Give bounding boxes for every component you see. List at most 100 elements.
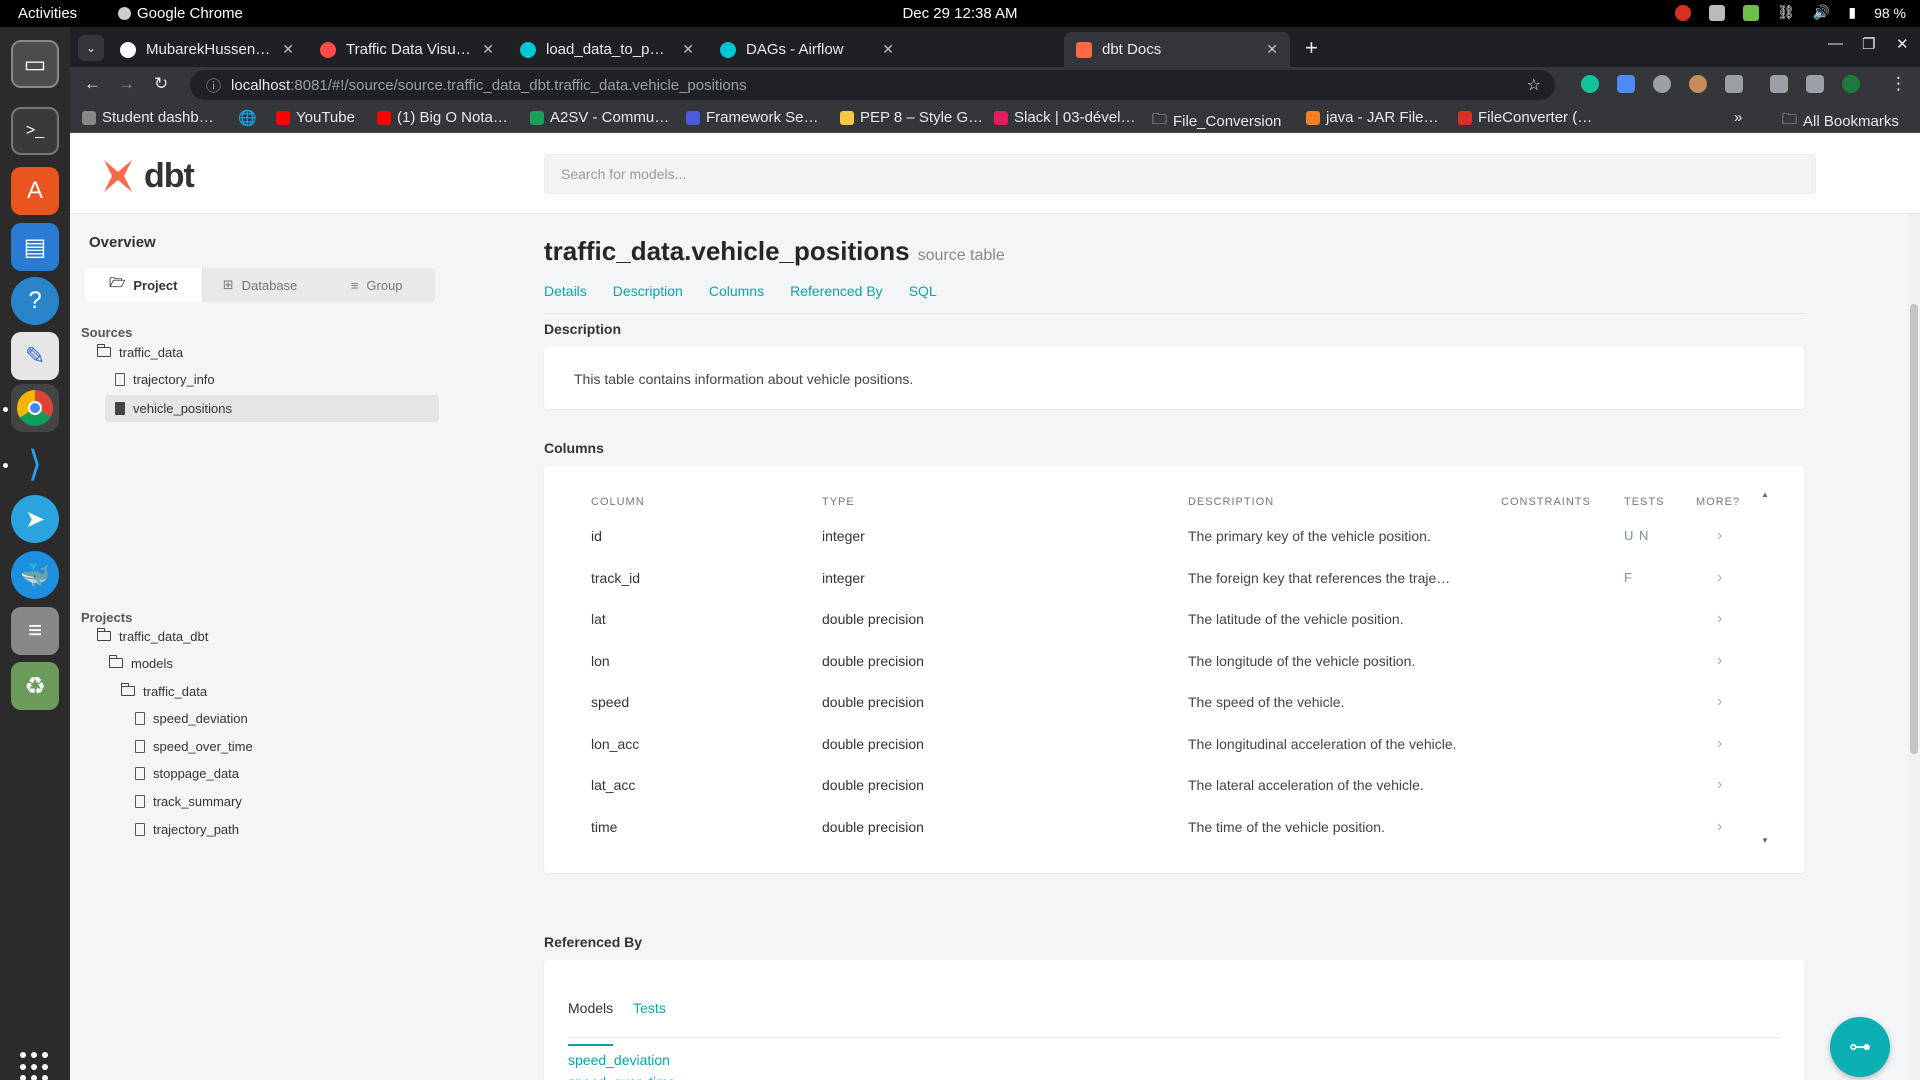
bookmark-framework[interactable]: Framework Se… xyxy=(686,109,819,126)
close-icon[interactable]: ✕ xyxy=(482,41,494,58)
project-folder[interactable]: traffic_data_dbt xyxy=(96,625,208,647)
close-icon[interactable]: ✕ xyxy=(1266,41,1278,58)
close-icon[interactable]: ✕ xyxy=(682,41,694,58)
forward-button[interactable]: → xyxy=(118,74,135,94)
battery-icon[interactable]: ▮ xyxy=(1848,4,1856,21)
search-input[interactable]: Search for models... xyxy=(544,154,1816,194)
model-speed-over-time[interactable]: speed_over_time xyxy=(135,735,253,757)
show-apps-icon[interactable] xyxy=(20,1052,50,1080)
model-speed-deviation[interactable]: speed_deviation xyxy=(135,707,248,729)
chevron-right-icon[interactable]: › xyxy=(1717,569,1722,587)
extensions-puzzle-icon[interactable] xyxy=(1725,75,1743,93)
network-icon[interactable]: ⛓ xyxy=(1777,4,1795,21)
app-menu[interactable]: Google Chrome xyxy=(118,5,243,22)
bookmark-a2sv[interactable]: A2SV - Commu… xyxy=(530,109,669,126)
tab-search-button[interactable]: ⌄ xyxy=(78,35,104,61)
grammarly-icon[interactable] xyxy=(1581,75,1599,93)
bookmarks-overflow-icon[interactable]: » xyxy=(1734,109,1742,126)
source-table-vehicle-positions[interactable]: vehicle_positions xyxy=(105,395,439,422)
tab-github[interactable]: MubarekHussen/traffic- ✕ xyxy=(108,32,306,67)
bookmark-java-jar[interactable]: java - JAR File… xyxy=(1306,109,1439,126)
bookmark-youtube[interactable]: YouTube xyxy=(276,109,355,126)
terminal-icon[interactable]: >_ xyxy=(11,107,59,155)
address-bar[interactable]: ⓘ localhost:8081/#!/source/source.traffi… xyxy=(190,70,1555,100)
model-stoppage-data[interactable]: stoppage_data xyxy=(135,762,239,784)
clock[interactable]: Dec 29 12:38 AM xyxy=(902,5,1017,22)
chevron-right-icon[interactable]: › xyxy=(1717,818,1722,836)
overview-link[interactable]: Overview xyxy=(89,234,156,251)
disks-icon[interactable]: ≡ xyxy=(11,607,59,655)
trash-icon[interactable]: ♻ xyxy=(11,662,59,710)
column-tests[interactable]: F xyxy=(1624,570,1633,585)
system-tray[interactable]: ⛓ 🔊 ▮ 98 % xyxy=(1675,4,1906,21)
model-track-summary[interactable]: track_summary xyxy=(135,790,242,812)
models-subfolder[interactable]: traffic_data xyxy=(120,680,207,702)
nav-details[interactable]: Details xyxy=(544,283,587,299)
bookmark-pep8[interactable]: PEP 8 – Style G… xyxy=(840,109,983,126)
vscode-icon[interactable]: ⟩ xyxy=(11,440,59,488)
site-info-icon[interactable]: ⓘ xyxy=(206,75,221,96)
back-button[interactable]: ← xyxy=(84,74,101,94)
ref-model-speed-deviation[interactable]: speed_deviation xyxy=(568,1052,670,1068)
volume-icon[interactable]: 🔊 xyxy=(1813,4,1830,21)
ref-model-speed-over-time[interactable]: speed_over_time xyxy=(568,1074,675,1080)
tab-streamlit[interactable]: Traffic Data Visualizatio ✕ xyxy=(308,32,506,67)
nav-columns[interactable]: Columns xyxy=(709,283,764,299)
activities-button[interactable]: Activities xyxy=(18,5,77,22)
chevron-right-icon[interactable]: › xyxy=(1717,735,1722,753)
chrome-menu-icon[interactable]: ⋮ xyxy=(1890,74,1907,94)
minimize-button[interactable]: — xyxy=(1828,35,1843,52)
tab-group[interactable]: ≡ Group xyxy=(318,268,435,302)
files-icon[interactable]: ▭ xyxy=(11,40,59,88)
tab-models[interactable]: Models xyxy=(568,1000,614,1046)
source-folder[interactable]: traffic_data xyxy=(96,341,183,363)
dbt-logo[interactable]: dbt xyxy=(98,156,195,196)
chevron-right-icon[interactable]: › xyxy=(1717,693,1722,711)
tab-dbt-docs[interactable]: dbt Docs ✕ xyxy=(1064,32,1290,67)
bookmark-star-icon[interactable]: ☆ xyxy=(1527,75,1541,95)
nav-referenced-by[interactable]: Referenced By xyxy=(790,283,883,299)
reload-button[interactable]: ↻ xyxy=(154,74,168,94)
extension-icon[interactable] xyxy=(1689,75,1707,93)
page-scrollbar[interactable] xyxy=(1908,214,1920,1080)
tab-project[interactable]: 🗁 Project xyxy=(85,268,202,302)
nav-sql[interactable]: SQL xyxy=(909,283,937,299)
help-icon[interactable]: ? xyxy=(11,277,59,325)
model-trajectory-path[interactable]: trajectory_path xyxy=(135,818,239,840)
scrollbar-thumb[interactable] xyxy=(1910,304,1918,754)
text-editor-icon[interactable]: ✎ xyxy=(11,332,59,380)
chrome-remote-icon[interactable] xyxy=(1675,4,1692,21)
nav-description[interactable]: Description xyxy=(613,283,683,299)
scroll-up-icon[interactable]: ▲ xyxy=(1761,490,1769,499)
tab-tests[interactable]: Tests xyxy=(633,1000,666,1046)
table-scrollbar[interactable]: ▲ ▼ xyxy=(1760,490,1770,846)
bookmark-student-dashboard[interactable]: Student dashb… xyxy=(82,109,214,126)
chevron-right-icon[interactable]: › xyxy=(1717,527,1722,545)
docker-dock-icon[interactable]: 🐳 xyxy=(11,551,59,599)
window-close-button[interactable]: ✕ xyxy=(1896,35,1909,53)
telegram-icon[interactable]: ➤ xyxy=(11,495,59,543)
profile-avatar[interactable] xyxy=(1842,75,1860,93)
all-bookmarks[interactable]: 🗀 All Bookmarks xyxy=(1782,109,1899,134)
app-center-icon[interactable]: A xyxy=(11,167,59,215)
chevron-right-icon[interactable]: › xyxy=(1717,610,1722,628)
close-icon[interactable]: ✕ xyxy=(882,41,894,58)
tab-airflow-dags[interactable]: DAGs - Airflow ✕ xyxy=(708,32,906,67)
tab-database[interactable]: ⊞ Database xyxy=(202,268,319,302)
models-folder[interactable]: models xyxy=(108,652,173,674)
new-tab-button[interactable]: + xyxy=(1305,35,1318,61)
bookmark-fileconverter[interactable]: FileConverter (… xyxy=(1458,109,1592,126)
shield-icon[interactable] xyxy=(1743,4,1760,21)
bookmark-file-conversion[interactable]: 🗀 File_Conversion xyxy=(1152,109,1281,134)
tab-airflow-dag[interactable]: load_data_to_postgres - ✕ xyxy=(508,32,706,67)
lineage-graph-button[interactable]: ⊶ xyxy=(1830,1017,1890,1077)
scroll-down-icon[interactable]: ▼ xyxy=(1761,836,1769,845)
close-icon[interactable]: ✕ xyxy=(282,41,294,58)
maximize-button[interactable]: ❐ xyxy=(1862,35,1875,53)
source-table-trajectory-info[interactable]: trajectory_info xyxy=(110,368,410,390)
chrome-dock-icon[interactable] xyxy=(11,384,59,432)
downloads-icon[interactable] xyxy=(1770,75,1788,93)
translate-icon[interactable] xyxy=(1617,75,1635,93)
writer-icon[interactable]: ▤ xyxy=(11,223,59,271)
chevron-right-icon[interactable]: › xyxy=(1717,776,1722,794)
